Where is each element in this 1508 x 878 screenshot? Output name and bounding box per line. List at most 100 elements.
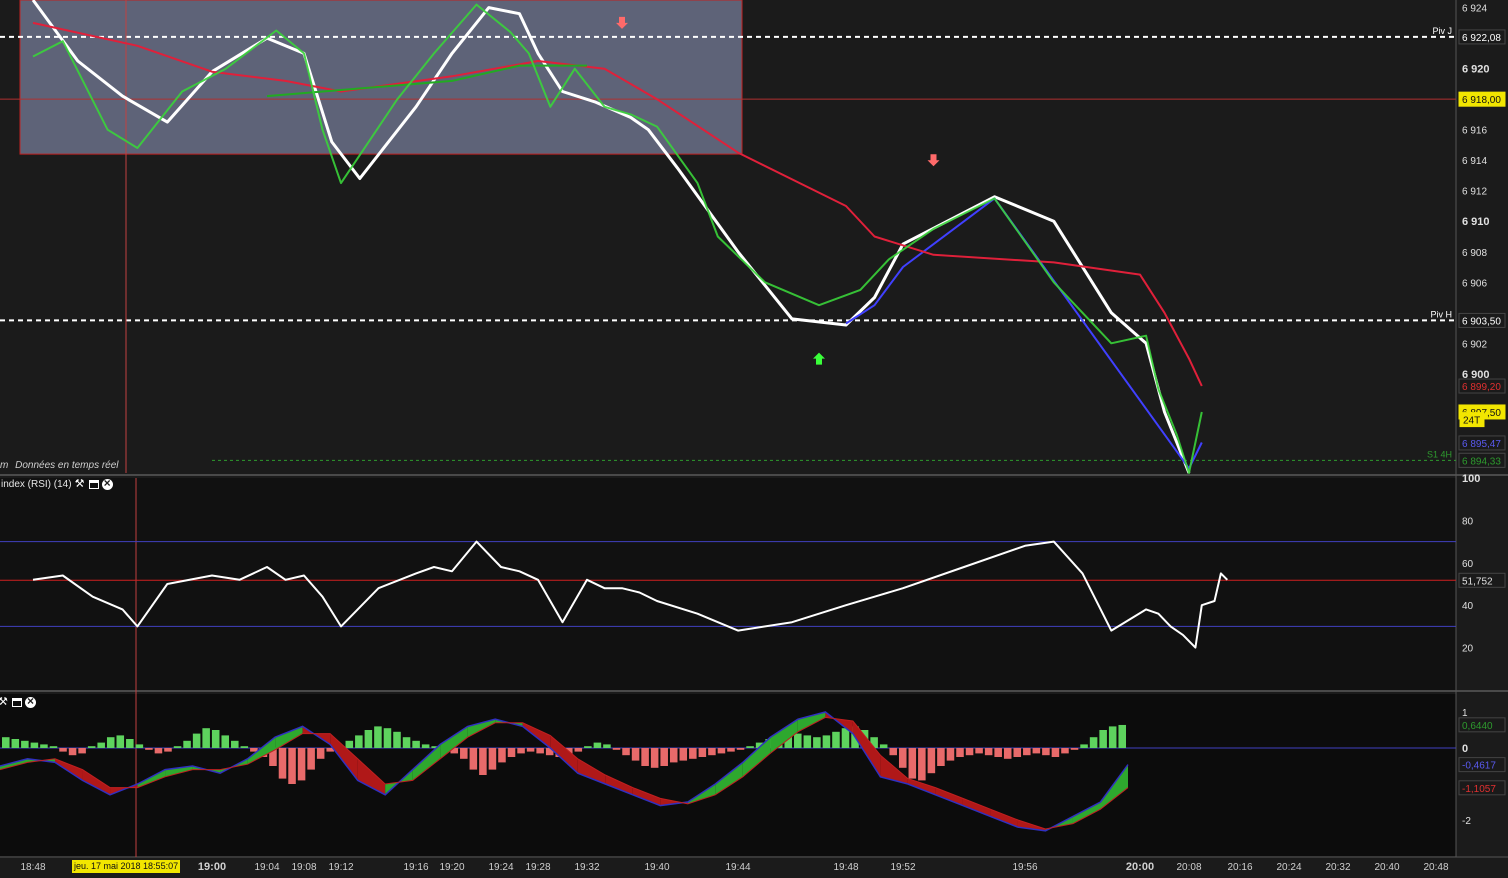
price-tick-label: 6 916 (1462, 126, 1487, 137)
macd-histogram-bar (622, 748, 630, 756)
price-tick-label: 6 924 (1462, 4, 1487, 15)
time-tick-label: 19:16 (403, 862, 428, 873)
window-icon[interactable] (12, 698, 22, 707)
macd-histogram-bar (307, 748, 315, 770)
macd-histogram-bar (1023, 748, 1031, 756)
macd-histogram-bar (393, 731, 401, 748)
price-tick-label: 6 906 (1462, 278, 1487, 289)
macd-histogram-bar (383, 728, 392, 748)
macd-histogram-bar (650, 748, 659, 768)
close-icon[interactable] (101, 476, 113, 490)
price-tick-label: 6 912 (1462, 187, 1487, 198)
macd-histogram-bar (660, 748, 668, 766)
macd-histogram-bar (946, 748, 955, 761)
macd-histogram-bar (479, 748, 487, 775)
macd-histogram-bar (1108, 726, 1117, 748)
macd-histogram-bar (488, 748, 497, 770)
macd-histogram-bar (240, 746, 249, 748)
time-tick-label: 19:40 (644, 862, 669, 873)
price-tick-label: 6 902 (1462, 339, 1487, 350)
time-tick-label: 19:32 (574, 862, 599, 873)
macd-histogram-bar (30, 742, 39, 748)
macd-histogram-bar (1013, 748, 1022, 757)
realtime-data-label: m Données en temps réel (0, 460, 119, 471)
time-tick-label: 19:12 (328, 862, 353, 873)
macd-histogram-bar (593, 742, 602, 748)
window-icon[interactable] (88, 480, 99, 489)
macd-histogram-bar (288, 748, 296, 784)
time-tick-label: 20:00 (1126, 861, 1154, 873)
wrench-icon[interactable] (75, 477, 86, 490)
level-name: Piv J (1432, 26, 1452, 36)
macd-histogram-bar (612, 748, 621, 750)
time-tick-label: 18:48 (20, 862, 45, 873)
realtime-prefix: m (0, 460, 9, 471)
macd-histogram-bar (1099, 730, 1107, 748)
macd-histogram-bar (669, 748, 678, 763)
macd-histogram-bar (708, 748, 716, 756)
price-tick-label: 6 920 (1462, 64, 1490, 76)
macd-histogram-bar (183, 740, 191, 748)
price-badge-label: 6 918,00 (1462, 95, 1501, 106)
time-tick-label: 20:24 (1276, 862, 1301, 873)
macd-histogram-bar (526, 748, 535, 752)
macd-histogram-bar (278, 748, 287, 779)
macd-histogram-bar (746, 746, 754, 748)
macd-tick-label: -2 (1462, 816, 1471, 827)
macd-histogram-bar (135, 744, 144, 748)
macd-histogram-bar (631, 748, 640, 761)
macd-histogram-bar (68, 748, 77, 756)
macd-histogram-bar (1118, 724, 1126, 748)
rsi-tick-label: 60 (1462, 559, 1474, 570)
rsi-tick-label: 40 (1462, 601, 1474, 612)
chart-svg[interactable]: 6 924 6 920 6 916 6 914 6 912 6 910 6 908 6 906… (0, 0, 1508, 873)
time-tick-label: 20:48 (1423, 862, 1448, 873)
macd-histogram-bar (106, 737, 115, 748)
macd-histogram-bar (116, 735, 125, 748)
macd-histogram-bar (421, 744, 430, 748)
macd-histogram-bar (87, 746, 96, 748)
macd-histogram-bar (11, 739, 20, 748)
macd-histogram-bar (231, 740, 239, 748)
macd-histogram-bar (975, 748, 983, 754)
macd-histogram-bar (460, 748, 468, 759)
close-icon[interactable] (25, 694, 36, 708)
time-tick-label: 20:40 (1374, 862, 1399, 873)
time-tick-label: 20:16 (1227, 862, 1252, 873)
wrench-icon[interactable] (0, 695, 9, 708)
macd-histogram-bar (402, 737, 411, 748)
macd-histogram-bar (173, 746, 182, 748)
rsi-tick-label: 100 (1462, 473, 1480, 485)
macd-histogram-bar (918, 748, 926, 781)
macd-histogram-bar (517, 748, 525, 754)
macd-histogram-bar (355, 735, 363, 748)
level-value-label: 6 903,50 (1462, 316, 1501, 327)
macd-tick-label: 0 (1462, 743, 1468, 755)
trading-chart[interactable]: 6 924 6 920 6 916 6 914 6 912 6 910 6 908 6 906… (0, 0, 1508, 873)
macd-histogram-bar (898, 748, 907, 768)
macd-histogram-bar (164, 748, 172, 752)
macd-histogram-bar (78, 748, 86, 754)
time-tick-label: 19:24 (488, 862, 513, 873)
macd-histogram-bar (97, 742, 105, 748)
macd-histogram-bar (59, 748, 67, 752)
macd-histogram-bar (536, 748, 544, 754)
macd-histogram-bar (889, 748, 897, 756)
macd-histogram-bar (1061, 748, 1069, 754)
time-tick-label: 19:48 (833, 862, 858, 873)
macd-histogram-bar (374, 726, 382, 748)
level-value-label: 6 922,08 (1462, 33, 1501, 44)
price-tick-label: 6 910 (1462, 216, 1490, 228)
time-tick-label: 19:08 (291, 862, 316, 873)
macd-histogram-bar (1032, 748, 1041, 754)
macd-histogram-bar (965, 748, 974, 756)
macd-histogram-bar (794, 733, 802, 748)
price-tick-label: 6 908 (1462, 248, 1487, 259)
rsi-panel-bg (0, 478, 1456, 690)
macd-panel-controls (0, 694, 36, 708)
price-tick-label: 6 914 (1462, 156, 1487, 167)
macd-histogram-bar (49, 746, 58, 748)
macd-histogram-bar (1051, 748, 1060, 757)
macd-histogram-bar (21, 740, 29, 748)
time-tick-label: 19:28 (525, 862, 550, 873)
